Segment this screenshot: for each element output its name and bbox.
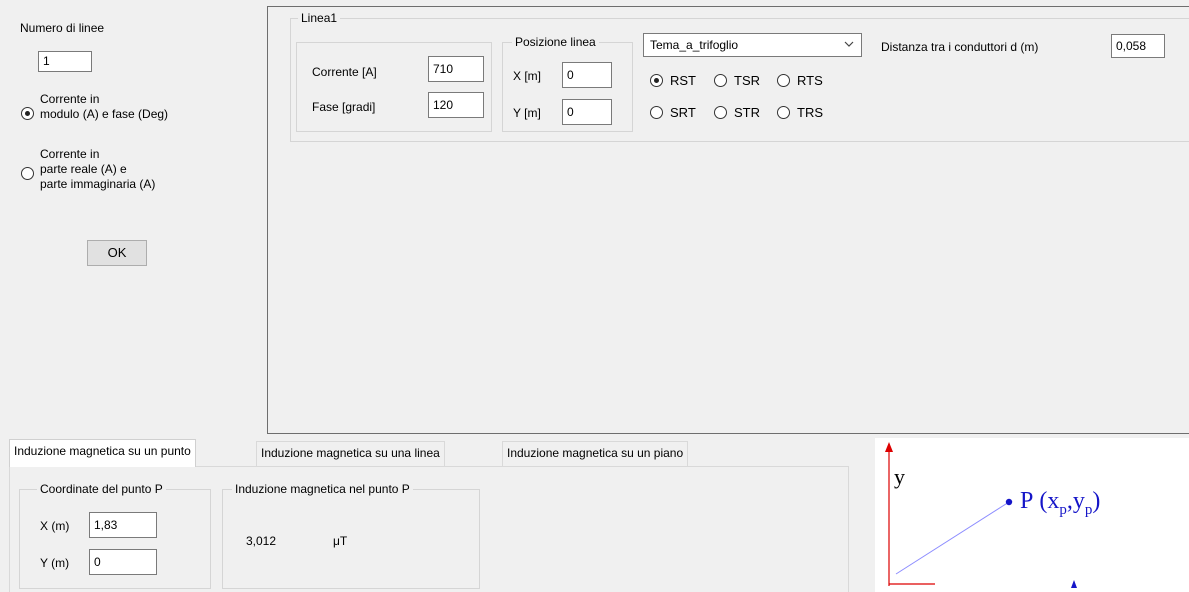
- coord-group-title: Coordinate del punto P: [37, 482, 166, 496]
- induzione-group-title: Induzione magnetica nel punto P: [232, 482, 413, 496]
- corrente-input[interactable]: 710: [428, 56, 484, 82]
- fase-input[interactable]: 120: [428, 92, 484, 118]
- punto-x-input[interactable]: 1,83: [89, 512, 157, 538]
- radio-phase-trs[interactable]: [777, 106, 790, 119]
- phase-tsr-label[interactable]: TSR: [734, 73, 760, 88]
- radio-phase-srt[interactable]: [650, 106, 663, 119]
- coordinate-diagram: y P (xp,yp): [875, 438, 1189, 592]
- posizione-group-title: Posizione linea: [512, 35, 599, 49]
- radio-reale-line2: parte reale (A) e: [40, 162, 127, 176]
- radio-reale-immaginaria-label[interactable]: Corrente in parte reale (A) e parte imma…: [40, 147, 155, 192]
- chevron-down-icon: [843, 38, 855, 53]
- induzione-value: 3,012: [246, 534, 277, 548]
- point-x: x: [1047, 488, 1060, 514]
- pos-x-input[interactable]: 0: [562, 62, 612, 88]
- num-lines-label: Numero di linee: [20, 21, 105, 35]
- phase-rts-label[interactable]: RTS: [797, 73, 823, 88]
- fase-label: Fase [gradi]: [312, 100, 376, 114]
- pos-y-input[interactable]: 0: [562, 99, 612, 125]
- point-y-sub: p: [1084, 501, 1093, 518]
- phase-str-label[interactable]: STR: [734, 105, 760, 120]
- phase-rst-label[interactable]: RST: [670, 73, 696, 88]
- point-name: P: [1020, 488, 1034, 514]
- radio-modulo-fase-label[interactable]: Corrente in modulo (A) e fase (Deg): [40, 92, 168, 122]
- point-y: y: [1072, 488, 1085, 514]
- radio-phase-rts[interactable]: [777, 74, 790, 87]
- radio-reale-line3: parte immaginaria (A): [40, 177, 156, 191]
- phase-srt-label[interactable]: SRT: [670, 105, 696, 120]
- radio-reale-line1: Corrente in: [40, 147, 100, 161]
- punto-x-label: X (m): [40, 519, 70, 533]
- punto-y-label: Y (m): [40, 556, 70, 570]
- config-select-value: Tema_a_trifoglio: [650, 38, 739, 52]
- corrente-label: Corrente [A]: [312, 65, 377, 79]
- radio-reale-immaginaria[interactable]: [21, 167, 34, 180]
- radio-phase-tsr[interactable]: [714, 74, 727, 87]
- radio-modulo-line2: modulo (A) e fase (Deg): [40, 107, 169, 121]
- radio-modulo-fase[interactable]: [21, 107, 34, 120]
- ok-button[interactable]: OK: [87, 240, 147, 266]
- distanza-input[interactable]: 0,058: [1111, 34, 1165, 58]
- induzione-unit: μT: [333, 534, 348, 548]
- radio-modulo-line1: Corrente in: [40, 92, 100, 106]
- config-select[interactable]: Tema_a_trifoglio: [643, 33, 862, 57]
- phase-trs-label[interactable]: TRS: [797, 105, 823, 120]
- tab-piano[interactable]: Induzione magnetica su un piano: [502, 441, 689, 466]
- punto-y-input[interactable]: 0: [89, 549, 157, 575]
- point-x-sub: p: [1059, 501, 1067, 518]
- pos-x-label: X [m]: [513, 69, 542, 83]
- tab-punto[interactable]: Induzione magnetica su un punto: [9, 439, 196, 467]
- radio-phase-str[interactable]: [714, 106, 727, 119]
- radio-phase-rst[interactable]: [650, 74, 663, 87]
- distanza-label: Distanza tra i conduttori d (m): [881, 40, 1039, 54]
- diagram-y-axis-label: y: [894, 464, 905, 489]
- pos-y-label: Y [m]: [513, 106, 541, 120]
- diagram-point-label: P (xp,yp): [1020, 488, 1101, 518]
- tab-linea[interactable]: Induzione magnetica su una linea: [256, 441, 445, 466]
- linea1-group-title: Linea1: [298, 11, 341, 25]
- num-lines-input[interactable]: 1: [38, 51, 92, 72]
